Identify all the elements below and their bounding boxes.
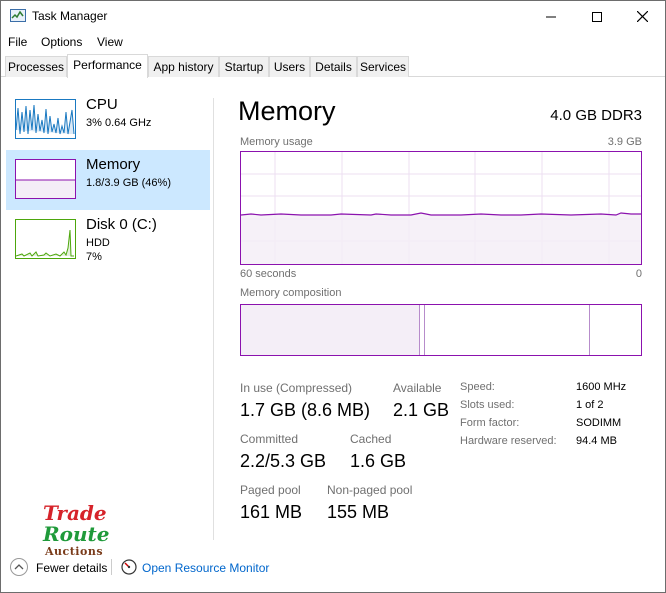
- spec-speed-value: 1600 MHz: [576, 381, 627, 393]
- disk-thumbnail: [15, 219, 76, 259]
- tab-services[interactable]: Services: [357, 56, 409, 77]
- spec-form-value: SODIMM: [576, 417, 622, 429]
- memory-title: Memory: [86, 156, 141, 173]
- memory-thumbnail: [15, 159, 76, 199]
- spec-slots-label: Slots used:: [460, 399, 515, 411]
- in-use-label: In use (Compressed): [240, 381, 353, 395]
- memory-usage-label: Memory usage: [240, 136, 313, 148]
- memory-composition-label: Memory composition: [240, 287, 342, 299]
- open-resource-monitor-link[interactable]: Open Resource Monitor: [142, 561, 269, 575]
- memory-usage: 1.8/3.9 GB (46%): [86, 177, 171, 189]
- menu-bar: File Options View: [1, 32, 665, 54]
- paged-pool-value: 161 MB: [240, 502, 303, 522]
- menu-view[interactable]: View: [97, 35, 123, 49]
- memory-composition-bar: [240, 304, 642, 356]
- menu-options[interactable]: Options: [41, 35, 82, 49]
- available-value: 2.1 GB: [393, 400, 450, 420]
- close-button[interactable]: [619, 1, 665, 32]
- trade-route-auctions-logo: Trade Route Auctions: [39, 501, 109, 561]
- cpu-thumbnail: [15, 99, 76, 139]
- memory-type: 4.0 GB DDR3: [550, 107, 642, 124]
- tab-bar: Processes Performance App history Startu…: [1, 54, 665, 78]
- nonpaged-pool-value: 155 MB: [327, 502, 390, 522]
- nonpaged-pool-label: Non-paged pool: [327, 483, 413, 497]
- tab-app-history[interactable]: App history: [148, 56, 219, 77]
- memory-usage-graph: [240, 151, 642, 265]
- minimize-icon: [546, 16, 556, 17]
- modified-segment: [424, 305, 425, 355]
- maximize-icon: [592, 11, 602, 22]
- fewer-details-toggle[interactable]: [10, 558, 28, 576]
- performance-panel: CPU 3% 0.64 GHz Memory 1.8/3.9 GB (46%): [1, 78, 665, 552]
- spec-form-label: Form factor:: [460, 417, 520, 429]
- resource-cpu[interactable]: CPU 3% 0.64 GHz: [6, 90, 210, 150]
- tab-startup[interactable]: Startup: [219, 56, 269, 77]
- title-bar[interactable]: Task Manager: [1, 1, 665, 32]
- spec-slots-value: 1 of 2: [576, 399, 604, 411]
- spec-reserved-value: 94.4 MB: [576, 435, 617, 447]
- resource-monitor-icon: [121, 559, 137, 575]
- committed-value: 2.2/5.3 GB: [240, 451, 327, 471]
- in-use-value: 1.7 GB (8.6 MB): [240, 400, 371, 420]
- memory-max-label: 3.9 GB: [607, 136, 642, 148]
- footer-divider: [111, 559, 112, 575]
- available-label: Available: [393, 381, 442, 395]
- disk-type: HDD: [86, 237, 110, 249]
- resource-list: CPU 3% 0.64 GHz Memory 1.8/3.9 GB (46%): [1, 78, 213, 552]
- cpu-title: CPU: [86, 96, 118, 113]
- graph-time-right: 0: [635, 268, 642, 280]
- spec-reserved-label: Hardware reserved:: [460, 435, 557, 447]
- resource-disk[interactable]: Disk 0 (C:) HDD 7%: [6, 210, 210, 270]
- tab-users[interactable]: Users: [269, 56, 310, 77]
- disk-active: 7%: [86, 251, 102, 263]
- disk-title: Disk 0 (C:): [86, 216, 157, 233]
- committed-label: Committed: [240, 432, 299, 446]
- tab-performance[interactable]: Performance: [67, 54, 148, 78]
- cached-label: Cached: [350, 432, 392, 446]
- maximize-button[interactable]: [574, 1, 620, 32]
- fewer-details-link[interactable]: Fewer details: [36, 561, 107, 575]
- graph-time-left: 60 seconds: [240, 268, 297, 280]
- menu-file[interactable]: File: [8, 35, 27, 49]
- standby-segment: [589, 305, 590, 355]
- chevron-up-icon: [14, 564, 24, 570]
- detail-title: Memory: [238, 96, 336, 126]
- in-use-segment: [241, 305, 420, 355]
- tab-details[interactable]: Details: [310, 56, 357, 77]
- cpu-usage: 3% 0.64 GHz: [86, 117, 152, 129]
- tab-processes[interactable]: Processes: [5, 56, 67, 77]
- memory-details: Memory 4.0 GB DDR3 Memory usage 3.9 GB 6…: [214, 78, 665, 552]
- window-title: Task Manager: [32, 9, 108, 23]
- footer-bar: Fewer details Open Resource Monitor: [1, 554, 665, 592]
- task-manager-icon: [10, 9, 26, 22]
- minimize-button[interactable]: [528, 1, 574, 32]
- close-icon: [636, 11, 648, 22]
- logo-route: Route: [43, 522, 110, 546]
- paged-pool-label: Paged pool: [240, 483, 301, 497]
- cached-value: 1.6 GB: [350, 451, 407, 471]
- task-manager-window: Task Manager File Options View Processes…: [0, 0, 666, 593]
- spec-speed-label: Speed:: [460, 381, 495, 393]
- resource-memory[interactable]: Memory 1.8/3.9 GB (46%): [6, 150, 210, 210]
